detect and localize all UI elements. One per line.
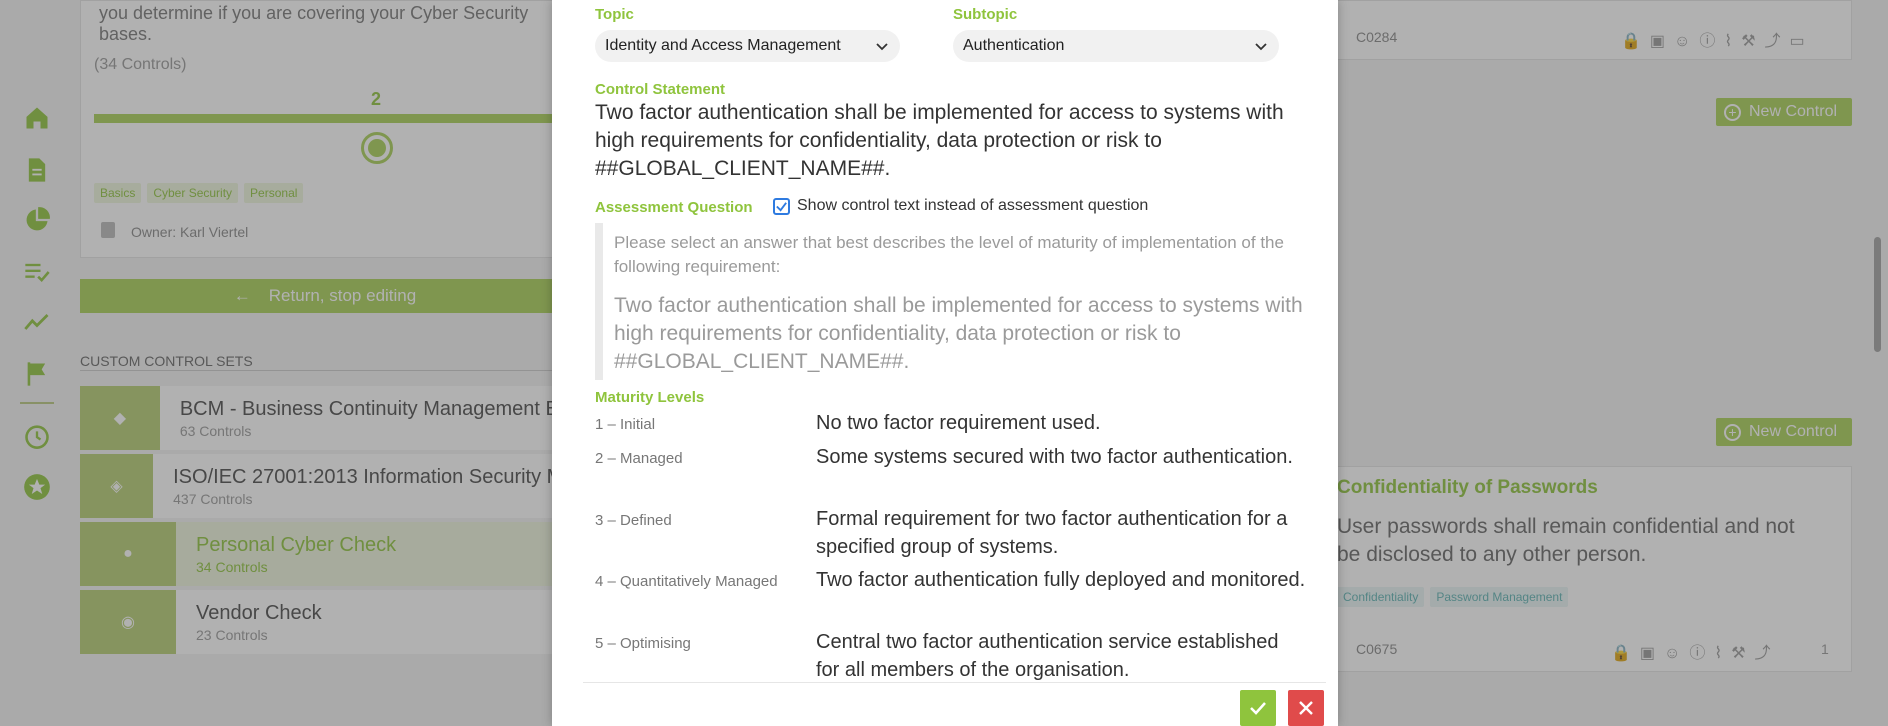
maturity-level-name: 1 – Initial	[595, 416, 656, 433]
show-control-text-label[interactable]: Show control text instead of assessment …	[797, 197, 1148, 215]
topic-label: Topic	[595, 6, 634, 23]
maturity-levels-label: Maturity Levels	[595, 389, 705, 406]
confirm-button[interactable]	[1240, 690, 1276, 726]
maturity-level-name: 2 – Managed	[595, 450, 683, 467]
maturity-level-name: 5 – Optimising	[595, 635, 691, 652]
assessment-question-label: Assessment Question	[595, 199, 753, 216]
maturity-level-desc: Some systems secured with two factor aut…	[816, 446, 1293, 468]
checkmark-icon	[776, 202, 787, 212]
maturity-level-desc: Central two factor authentication servic…	[816, 631, 1279, 681]
close-icon	[1299, 701, 1313, 715]
question-intro: Please select an answer that best descri…	[614, 233, 1284, 276]
maturity-level-desc: Two factor authentication fully deployed…	[816, 569, 1306, 591]
maturity-level-name: 4 – Quantitatively Managed	[595, 573, 778, 590]
chevron-down-icon	[876, 43, 888, 51]
subtopic-value: Authentication	[963, 37, 1065, 54]
subtopic-select[interactable]: Authentication	[953, 30, 1279, 62]
question-text: Two factor authentication shall be imple…	[614, 294, 1303, 373]
topic-value: Identity and Access Management	[605, 37, 841, 54]
maturity-level-desc: No two factor requirement used.	[816, 412, 1101, 434]
control-statement[interactable]: Two factor authentication shall be imple…	[595, 99, 1295, 183]
maturity-level-name: 3 – Defined	[595, 512, 672, 529]
checkmark-icon	[1250, 702, 1266, 715]
control-statement-label: Control Statement	[595, 81, 726, 98]
maturity-level-desc: Formal requirement for two factor authen…	[816, 508, 1288, 558]
topic-select[interactable]: Identity and Access Management	[595, 30, 900, 62]
assessment-question-quote: Please select an answer that best descri…	[595, 223, 1305, 380]
cancel-button[interactable]	[1288, 690, 1324, 726]
modal-footer-divider	[583, 682, 1326, 683]
show-control-text-checkbox[interactable]	[773, 198, 790, 215]
chevron-down-icon	[1255, 43, 1267, 51]
subtopic-label: Subtopic	[953, 6, 1018, 23]
